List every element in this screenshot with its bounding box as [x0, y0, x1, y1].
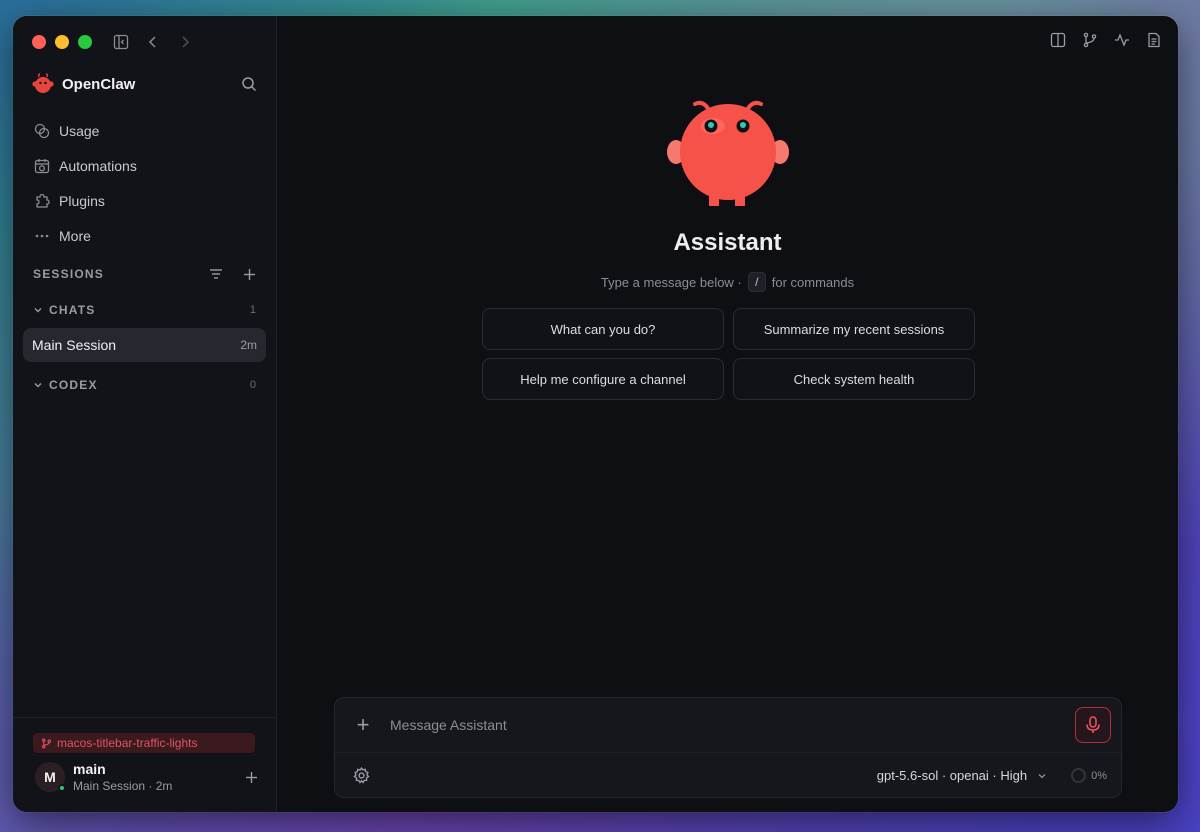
main-panel: Assistant Type a message below · / for c… [277, 16, 1178, 812]
suggestions-grid: What can you do? Summarize my recent ses… [482, 308, 976, 400]
chats-group-header[interactable]: CHATS 1 [13, 292, 276, 328]
sidebar-item-label: Plugins [59, 192, 105, 209]
sidebar-footer: macos-titlebar-traffic-lights M main Mai… [13, 717, 276, 812]
session-name: Main Session [32, 337, 117, 353]
suggestion-button[interactable]: Help me configure a channel [482, 358, 724, 400]
branch-name: macos-titlebar-traffic-lights [57, 736, 198, 750]
puzzle-icon [36, 193, 50, 208]
sessions-header: SESSIONS [13, 256, 276, 292]
avatar-letter: M [44, 769, 56, 785]
add-icon[interactable] [245, 771, 258, 784]
attach-icon[interactable]: + [353, 714, 373, 736]
toggle-sidebar-icon[interactable] [112, 33, 130, 51]
model-label: gpt-5.6-sol · openai · High [876, 768, 1028, 783]
chevron-down-icon [34, 308, 42, 313]
app-name: OpenClaw [62, 75, 136, 93]
forward-icon[interactable] [176, 33, 194, 51]
codex-label: CODEX [49, 378, 98, 392]
sidebar-item-more[interactable]: More [13, 218, 276, 253]
back-icon[interactable] [144, 33, 162, 51]
new-session-icon[interactable] [243, 268, 256, 281]
suggestion-button[interactable]: Check system health [733, 358, 975, 400]
zoom-window-button[interactable] [78, 35, 92, 49]
composer-input-row: + [335, 698, 1121, 753]
suggestion-button[interactable]: Summarize my recent sessions [733, 308, 975, 350]
microphone-icon [1086, 716, 1100, 733]
settings-icon[interactable] [353, 767, 370, 784]
calendar-clock-icon [34, 158, 50, 173]
composer-options-row: gpt-5.6-sol · openai · High 0% [335, 753, 1121, 798]
context-usage: 0% [1071, 768, 1107, 783]
sidebar-item-plugins[interactable]: Plugins [13, 183, 276, 218]
sidebar-item-label: Usage [59, 122, 100, 139]
chevron-down-icon [34, 383, 42, 388]
voice-input-button[interactable] [1075, 707, 1111, 743]
search-icon[interactable] [241, 76, 257, 92]
context-percent: 0% [1091, 769, 1107, 782]
minimize-window-button[interactable] [55, 35, 69, 49]
git-branch-icon [42, 738, 51, 748]
filter-icon[interactable] [209, 267, 223, 281]
sidebar-item-usage[interactable]: Usage [13, 113, 276, 148]
page-subtitle: Type a message below · / for commands [277, 272, 1178, 292]
brand-header: OpenClaw [13, 69, 276, 99]
chevron-down-icon [1038, 773, 1046, 778]
activity-icon[interactable] [1112, 30, 1132, 50]
model-selector[interactable]: gpt-5.6-sol · openai · High [877, 768, 1047, 783]
document-icon[interactable] [1144, 30, 1164, 50]
session-item-main[interactable]: Main Session 2m [23, 328, 266, 362]
user-row[interactable]: M main Main Session · 2m [35, 761, 258, 793]
close-window-button[interactable] [32, 35, 46, 49]
session-age: 2m [240, 338, 257, 352]
sidebar-item-label: More [59, 227, 91, 244]
app-window: OpenClaw Usage Automations Plugins More [13, 16, 1178, 812]
usage-icon [34, 123, 50, 138]
mascot-icon [666, 100, 789, 206]
split-view-icon[interactable] [1048, 30, 1068, 50]
welcome-hero: Assistant Type a message below · / for c… [277, 96, 1178, 292]
git-branch-icon[interactable] [1080, 30, 1100, 50]
sessions-label: SESSIONS [33, 267, 104, 281]
avatar: M [35, 762, 66, 792]
sidebar-item-automations[interactable]: Automations [13, 148, 276, 183]
openclaw-logo-icon [32, 73, 54, 93]
page-title: Assistant [673, 229, 782, 256]
context-ring-icon [1071, 768, 1087, 783]
codex-group-header[interactable]: CODEX 0 [13, 367, 276, 403]
suggestion-button[interactable]: What can you do? [482, 308, 724, 350]
toolbar [1048, 30, 1164, 50]
slash-key-hint: / [747, 272, 766, 292]
sidebar-nav: Usage Automations Plugins More [13, 113, 276, 253]
sidebar-item-label: Automations [59, 157, 137, 174]
chats-label: CHATS [49, 303, 96, 317]
ellipsis-icon [35, 234, 49, 237]
subtitle-text: for commands [771, 274, 855, 290]
sidebar: OpenClaw Usage Automations Plugins More [13, 16, 277, 812]
branch-badge[interactable]: macos-titlebar-traffic-lights [33, 733, 255, 753]
chats-count: 1 [249, 304, 256, 316]
message-composer: + gpt-5.6-sol · openai · High 0% [334, 697, 1122, 798]
online-status-dot [58, 784, 66, 792]
subtitle-text: Type a message below · [600, 274, 742, 290]
titlebar [13, 16, 276, 68]
codex-count: 0 [249, 379, 256, 391]
user-session: Main Session · 2m [73, 779, 173, 793]
message-input[interactable] [390, 717, 1075, 733]
user-name: main [73, 761, 106, 777]
user-info: main Main Session · 2m [73, 761, 245, 793]
